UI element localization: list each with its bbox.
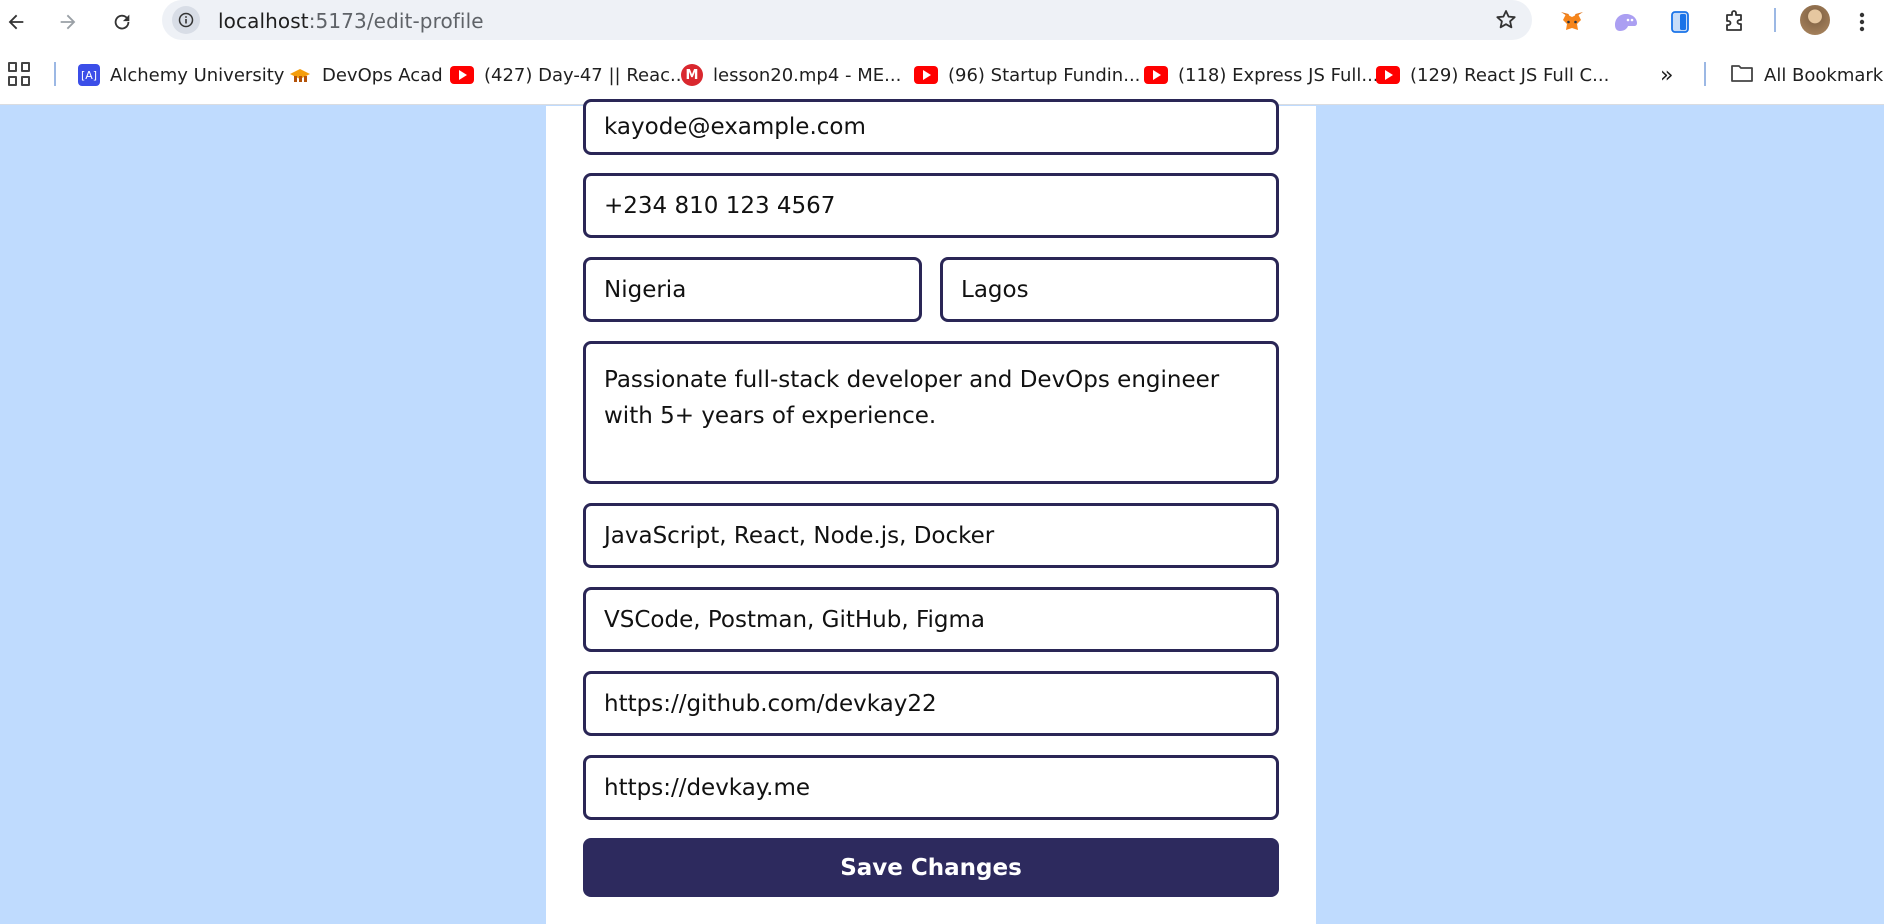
youtube-icon xyxy=(1144,66,1168,84)
bookmark-devops-acad[interactable]: DevOps Acad xyxy=(288,61,443,89)
bio-value: Passionate full-stack developer and DevO… xyxy=(604,367,1220,429)
metamask-extension-icon[interactable] xyxy=(1556,6,1588,38)
bookmarks-overflow-icon[interactable]: » xyxy=(1660,61,1673,89)
bookmark-label: (96) Startup Fundin... xyxy=(948,64,1141,86)
youtube-icon xyxy=(450,66,474,84)
extensions-puzzle-icon[interactable] xyxy=(1718,6,1750,38)
tools-field[interactable]: VSCode, Postman, GitHub, Figma xyxy=(583,587,1279,652)
phantom-extension-icon[interactable] xyxy=(1610,6,1642,38)
bookmark-youtube-express[interactable]: (118) Express JS Full... xyxy=(1144,61,1379,89)
github-field[interactable]: https://github.com/devkay22 xyxy=(583,671,1279,736)
bookmarks-divider xyxy=(1704,62,1706,86)
country-value: Nigeria xyxy=(604,276,687,303)
device-extension-icon[interactable] xyxy=(1664,6,1696,38)
bookmark-star-icon[interactable] xyxy=(1494,8,1518,36)
save-changes-button[interactable]: Save Changes xyxy=(583,838,1279,897)
bookmarks-divider xyxy=(54,62,56,86)
city-field[interactable]: Lagos xyxy=(940,257,1279,322)
bookmark-youtube-react[interactable]: (129) React JS Full C... xyxy=(1376,61,1609,89)
city-value: Lagos xyxy=(961,276,1029,303)
site-info-icon[interactable] xyxy=(172,6,200,34)
email-value: kayode@example.com xyxy=(604,114,866,140)
bookmark-alchemy-university[interactable]: [A] Alchemy University xyxy=(78,61,284,89)
apps-grid-icon[interactable] xyxy=(8,62,32,86)
more-menu-icon[interactable] xyxy=(1846,6,1878,38)
country-field[interactable]: Nigeria xyxy=(583,257,922,322)
all-bookmarks-label: All Bookmarks xyxy=(1764,64,1884,86)
youtube-icon xyxy=(914,66,938,84)
bookmark-label: lesson20.mp4 - ME... xyxy=(713,64,902,86)
overflow-chevron: » xyxy=(1660,62,1674,88)
bookmark-label: (118) Express JS Full... xyxy=(1178,64,1379,86)
website-field[interactable]: https://devkay.me xyxy=(583,755,1279,820)
bookmark-youtube-day47[interactable]: (427) Day-47 || Reac... xyxy=(450,61,687,89)
url-text[interactable]: localhost:5173/edit-profile xyxy=(218,9,484,33)
bio-textarea[interactable]: Passionate full-stack developer and DevO… xyxy=(583,341,1279,484)
tools-value: VSCode, Postman, GitHub, Figma xyxy=(604,606,986,633)
back-icon[interactable] xyxy=(0,6,32,38)
youtube-icon xyxy=(1376,66,1400,84)
skills-value: JavaScript, React, Node.js, Docker xyxy=(604,522,995,549)
bookmark-mega-lesson20[interactable]: M lesson20.mp4 - ME... xyxy=(681,61,901,89)
folder-icon xyxy=(1730,63,1754,88)
phone-field[interactable]: +234 810 123 4567 xyxy=(583,173,1279,238)
all-bookmarks-button[interactable]: All Bookmarks xyxy=(1730,61,1884,89)
bookmark-youtube-startup[interactable]: (96) Startup Fundin... xyxy=(914,61,1140,89)
toolbar-divider xyxy=(1774,8,1776,32)
bookmark-label: DevOps Acad xyxy=(322,64,443,86)
browser-toolbar: localhost:5173/edit-profile xyxy=(0,0,1884,44)
forward-icon[interactable] xyxy=(52,6,84,38)
github-value: https://github.com/devkay22 xyxy=(604,690,937,717)
website-value: https://devkay.me xyxy=(604,774,811,801)
profile-avatar[interactable] xyxy=(1800,5,1830,35)
devops-icon xyxy=(288,66,312,84)
url-host: localhost xyxy=(218,9,309,33)
bookmark-label: Alchemy University xyxy=(110,64,285,86)
url-path: :5173/edit-profile xyxy=(308,9,484,33)
bookmarks-bar: [A] Alchemy University DevOps Acad (427)… xyxy=(0,44,1884,105)
mega-icon: M xyxy=(681,64,703,86)
bookmark-label: (427) Day-47 || Reac... xyxy=(484,64,688,86)
email-field[interactable]: kayode@example.com xyxy=(583,99,1279,155)
skills-field[interactable]: JavaScript, React, Node.js, Docker xyxy=(583,503,1279,568)
reload-icon[interactable] xyxy=(106,6,138,38)
address-bar[interactable]: localhost:5173/edit-profile xyxy=(162,0,1532,40)
phone-value: +234 810 123 4567 xyxy=(604,192,836,219)
bookmark-label: (129) React JS Full C... xyxy=(1410,64,1610,86)
alchemy-icon: [A] xyxy=(78,64,100,86)
